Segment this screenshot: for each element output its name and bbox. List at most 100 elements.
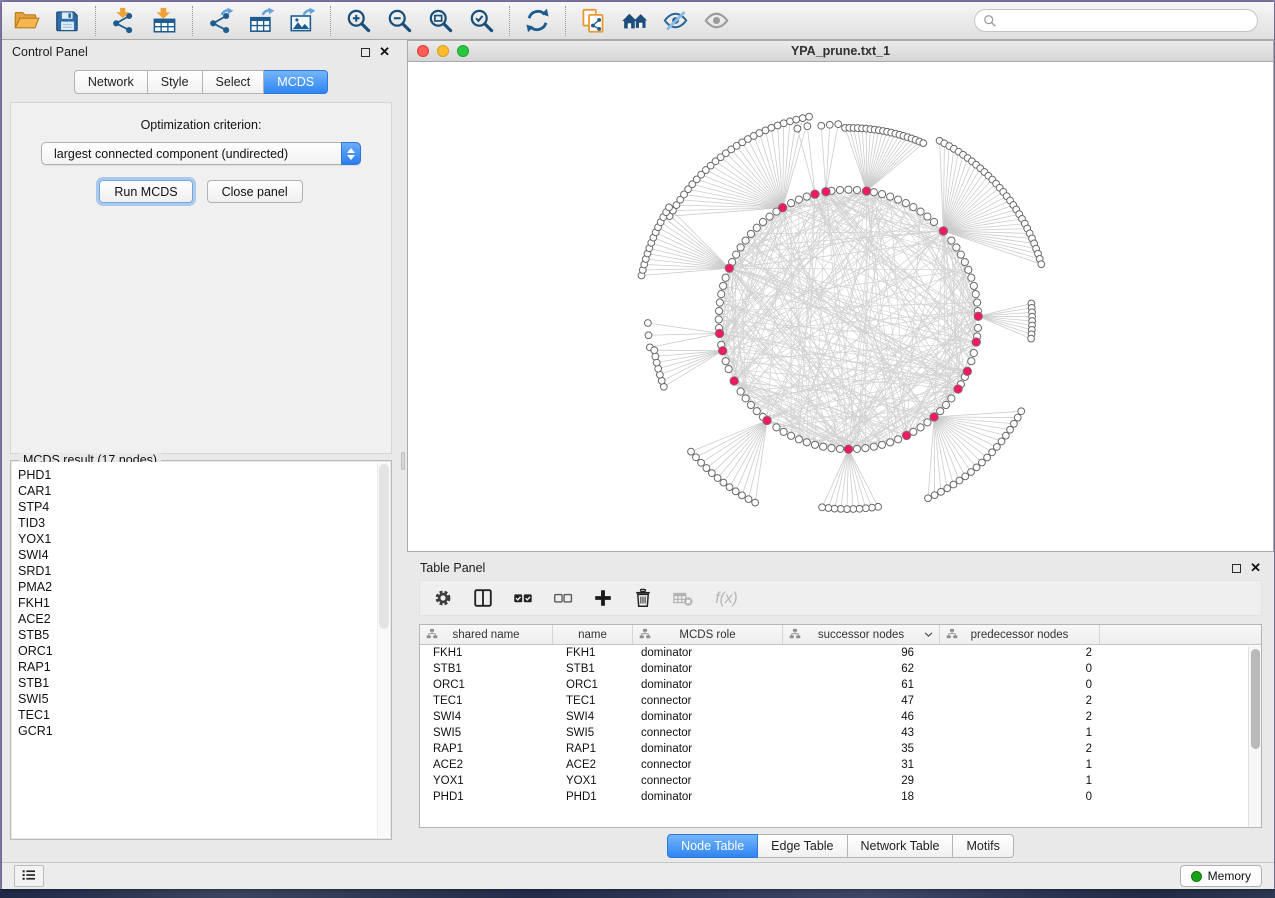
hide-selected-button[interactable] — [655, 6, 696, 35]
float-table-panel-icon[interactable] — [1232, 564, 1241, 573]
mcds-result-item[interactable]: CAR1 — [12, 483, 390, 499]
run-mcds-button[interactable]: Run MCDS — [99, 180, 192, 203]
mcds-result-item[interactable]: SWI5 — [12, 691, 390, 707]
memory-button[interactable]: Memory — [1180, 865, 1262, 887]
zoom-out-button[interactable] — [379, 6, 420, 35]
tab-motifs[interactable]: Motifs — [953, 834, 1013, 858]
column-header-predecessor-nodes[interactable]: predecessor nodes — [940, 625, 1100, 644]
search-input[interactable] — [974, 9, 1258, 32]
column-header-mcds-role[interactable]: MCDS role — [633, 625, 783, 644]
main-toolbar — [2, 2, 1274, 40]
network-canvas[interactable] — [407, 62, 1274, 552]
tab-style[interactable]: Style — [148, 70, 203, 94]
mcds-result-item[interactable]: PHD1 — [12, 467, 390, 483]
close-table-panel-icon[interactable] — [1250, 563, 1261, 573]
mcds-result-item[interactable]: SRD1 — [12, 563, 390, 579]
table-cell: RAP1 — [553, 743, 633, 755]
gear-button[interactable] — [430, 585, 456, 611]
first-neighbors-button[interactable] — [614, 6, 655, 35]
tab-node-table[interactable]: Node Table — [667, 834, 758, 858]
list-scrollbar[interactable] — [377, 462, 390, 838]
export-table-button[interactable] — [241, 6, 282, 35]
column-header-successor-nodes[interactable]: successor nodes — [783, 625, 940, 644]
export-network-button[interactable] — [200, 6, 241, 35]
mcds-result-item[interactable]: RAP1 — [12, 659, 390, 675]
trash-button[interactable] — [630, 585, 656, 611]
table-cell: PHD1 — [553, 791, 633, 803]
table-cell: 2 — [940, 711, 1100, 723]
columns-button[interactable] — [470, 585, 496, 611]
tab-mcds[interactable]: MCDS — [264, 70, 328, 94]
column-header-shared-name[interactable]: shared name — [420, 625, 553, 644]
table-row[interactable]: SWI4SWI4dominator462 — [420, 709, 1261, 725]
window-zoom-button[interactable] — [457, 45, 469, 57]
table-row[interactable]: STB1STB1dominator620 — [420, 661, 1261, 677]
mcds-result-item[interactable]: STB5 — [12, 627, 390, 643]
table-row[interactable]: RAP1RAP1dominator352 — [420, 741, 1261, 757]
mcds-result-item[interactable]: SWI4 — [12, 547, 390, 563]
export-image-button[interactable] — [282, 6, 323, 35]
mcds-result-item[interactable]: FKH1 — [12, 595, 390, 611]
table-cell: STB1 — [553, 663, 633, 675]
column-header-name[interactable]: name — [553, 625, 633, 644]
mcds-result-item[interactable]: YOX1 — [12, 531, 390, 547]
tab-network-table[interactable]: Network Table — [848, 834, 954, 858]
float-panel-icon[interactable] — [361, 48, 370, 57]
mcds-result-item[interactable]: ACE2 — [12, 611, 390, 627]
close-panel-icon[interactable] — [379, 47, 390, 57]
duplicate-network-button[interactable] — [573, 6, 614, 35]
network-graph[interactable] — [408, 62, 1273, 551]
first-neighbors-icon — [621, 7, 648, 34]
tab-edge-table[interactable]: Edge Table — [758, 834, 847, 858]
column-label: MCDS role — [679, 629, 735, 641]
table-cell: connector — [633, 759, 783, 771]
show-all-icon — [703, 7, 730, 34]
mcds-result-item[interactable]: PMA2 — [12, 579, 390, 595]
table-panel: Table Panel f(x) shared namenameMCDS rol… — [407, 552, 1274, 862]
table-row[interactable]: YOX1YOX1connector291 — [420, 773, 1261, 789]
window-minimize-button[interactable] — [437, 45, 449, 57]
tab-network[interactable]: Network — [74, 70, 148, 94]
mcds-result-item[interactable]: STP4 — [12, 499, 390, 515]
splitter-grip[interactable] — [401, 452, 405, 470]
deselect-all-button[interactable] — [550, 585, 576, 611]
close-panel-button[interactable]: Close panel — [207, 180, 303, 203]
select-all-button[interactable] — [510, 585, 536, 611]
add-icon — [592, 587, 614, 609]
table-cell: 35 — [783, 743, 940, 755]
table-scrollbar-thumb[interactable] — [1251, 649, 1260, 749]
zoom-selected-button[interactable] — [461, 6, 502, 35]
duplicate-network-icon — [580, 7, 607, 34]
open-folder-button[interactable] — [6, 6, 47, 35]
task-history-button[interactable] — [14, 865, 44, 887]
refresh-button[interactable] — [517, 6, 558, 35]
add-button[interactable] — [590, 585, 616, 611]
tab-select[interactable]: Select — [203, 70, 265, 94]
zoom-in-button[interactable] — [338, 6, 379, 35]
table-row[interactable]: ORC1ORC1dominator610 — [420, 677, 1261, 693]
window-close-button[interactable] — [417, 45, 429, 57]
table-row[interactable]: SWI5SWI5connector431 — [420, 725, 1261, 741]
table-row[interactable]: FKH1FKH1dominator962 — [420, 645, 1261, 661]
zoom-fit-button[interactable] — [420, 6, 461, 35]
panel-splitter[interactable] — [400, 40, 407, 862]
table-row[interactable]: ACE2ACE2connector311 — [420, 757, 1261, 773]
table-cell: 1 — [940, 775, 1100, 787]
import-table-button[interactable] — [144, 6, 185, 35]
save-button[interactable] — [47, 6, 88, 35]
mcds-result-item[interactable]: GCR1 — [12, 723, 390, 739]
mcds-result-item[interactable]: STB1 — [12, 675, 390, 691]
table-row[interactable]: TEC1TEC1connector472 — [420, 693, 1261, 709]
table-scrollbar[interactable] — [1248, 646, 1261, 827]
mcds-result-item[interactable]: TEC1 — [12, 707, 390, 723]
table-cell: dominator — [633, 663, 783, 675]
export-image-icon — [289, 7, 316, 34]
mcds-result-item[interactable]: TID3 — [12, 515, 390, 531]
table-row[interactable]: PHD1PHD1dominator180 — [420, 789, 1261, 805]
import-network-button[interactable] — [103, 6, 144, 35]
optimization-criterion-select[interactable]: largest connected component (undirected) — [41, 142, 361, 165]
list-icon — [20, 866, 38, 887]
mcds-panel: Optimization criterion: largest connecte… — [10, 102, 392, 454]
table-cell: 0 — [940, 679, 1100, 691]
mcds-result-item[interactable]: ORC1 — [12, 643, 390, 659]
